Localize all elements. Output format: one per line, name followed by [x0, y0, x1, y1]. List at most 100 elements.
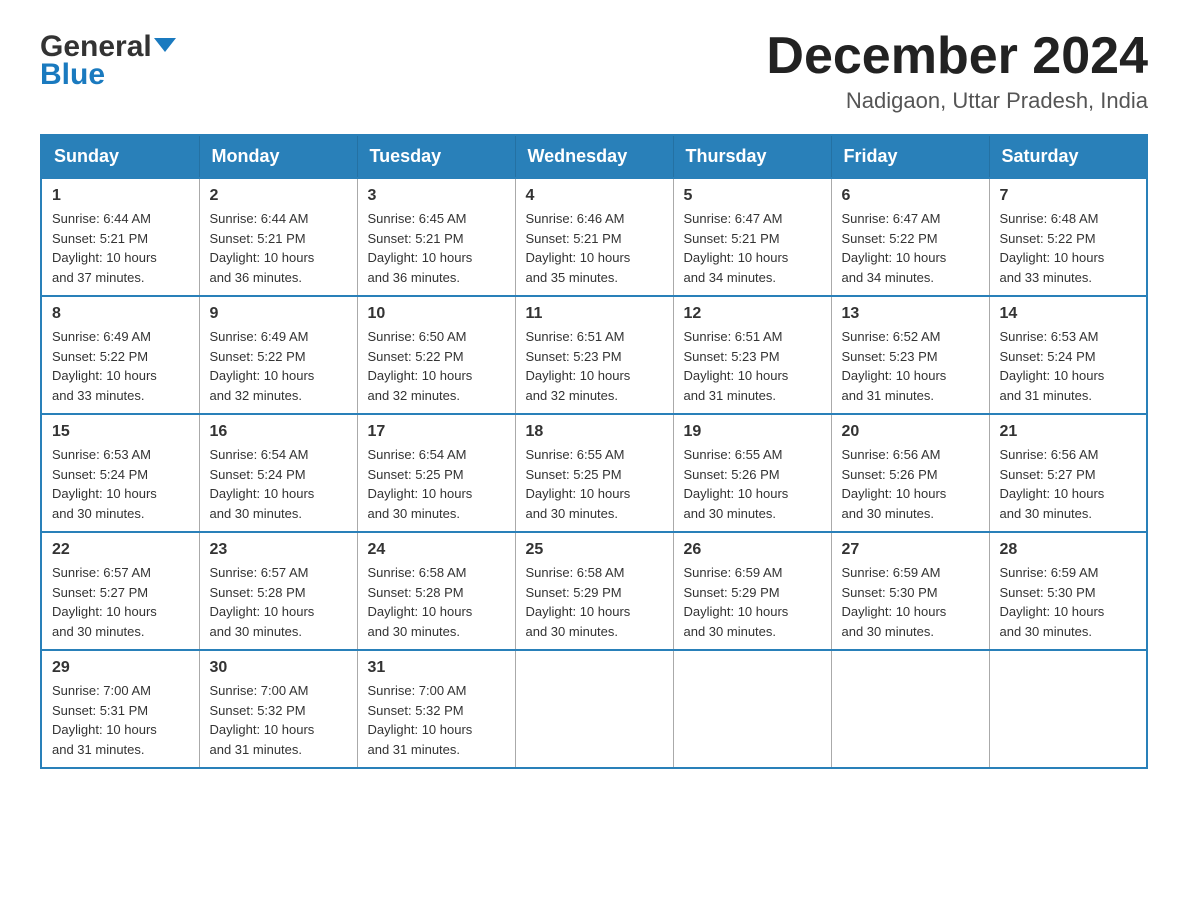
day-number: 7: [1000, 187, 1137, 205]
calendar-cell: 13 Sunrise: 6:52 AMSunset: 5:23 PMDaylig…: [831, 296, 989, 414]
day-info: Sunrise: 7:00 AMSunset: 5:32 PMDaylight:…: [210, 683, 315, 757]
day-info: Sunrise: 6:44 AMSunset: 5:21 PMDaylight:…: [210, 211, 315, 285]
day-info: Sunrise: 6:47 AMSunset: 5:22 PMDaylight:…: [842, 211, 947, 285]
calendar-table: SundayMondayTuesdayWednesdayThursdayFrid…: [40, 134, 1148, 769]
calendar-cell: 16 Sunrise: 6:54 AMSunset: 5:24 PMDaylig…: [199, 414, 357, 532]
day-info: Sunrise: 6:59 AMSunset: 5:30 PMDaylight:…: [842, 565, 947, 639]
day-number: 31: [368, 659, 505, 677]
day-of-week-header: Wednesday: [515, 135, 673, 178]
day-number: 23: [210, 541, 347, 559]
calendar-cell: 1 Sunrise: 6:44 AMSunset: 5:21 PMDayligh…: [41, 178, 199, 296]
day-info: Sunrise: 6:53 AMSunset: 5:24 PMDaylight:…: [1000, 329, 1105, 403]
day-info: Sunrise: 7:00 AMSunset: 5:32 PMDaylight:…: [368, 683, 473, 757]
calendar-cell: 21 Sunrise: 6:56 AMSunset: 5:27 PMDaylig…: [989, 414, 1147, 532]
day-number: 3: [368, 187, 505, 205]
calendar-cell: 18 Sunrise: 6:55 AMSunset: 5:25 PMDaylig…: [515, 414, 673, 532]
day-number: 21: [1000, 423, 1137, 441]
logo: General Blue: [40, 30, 176, 92]
day-info: Sunrise: 6:58 AMSunset: 5:28 PMDaylight:…: [368, 565, 473, 639]
day-info: Sunrise: 6:57 AMSunset: 5:27 PMDaylight:…: [52, 565, 157, 639]
calendar-cell: 3 Sunrise: 6:45 AMSunset: 5:21 PMDayligh…: [357, 178, 515, 296]
day-number: 1: [52, 187, 189, 205]
calendar-cell: 27 Sunrise: 6:59 AMSunset: 5:30 PMDaylig…: [831, 532, 989, 650]
calendar-cell: 23 Sunrise: 6:57 AMSunset: 5:28 PMDaylig…: [199, 532, 357, 650]
day-of-week-header: Sunday: [41, 135, 199, 178]
day-info: Sunrise: 6:54 AMSunset: 5:24 PMDaylight:…: [210, 447, 315, 521]
calendar-cell: [989, 650, 1147, 768]
day-info: Sunrise: 6:47 AMSunset: 5:21 PMDaylight:…: [684, 211, 789, 285]
day-number: 12: [684, 305, 821, 323]
day-number: 22: [52, 541, 189, 559]
day-info: Sunrise: 6:53 AMSunset: 5:24 PMDaylight:…: [52, 447, 157, 521]
calendar-cell: 6 Sunrise: 6:47 AMSunset: 5:22 PMDayligh…: [831, 178, 989, 296]
calendar-cell: 29 Sunrise: 7:00 AMSunset: 5:31 PMDaylig…: [41, 650, 199, 768]
calendar-cell: [673, 650, 831, 768]
day-number: 6: [842, 187, 979, 205]
day-info: Sunrise: 6:57 AMSunset: 5:28 PMDaylight:…: [210, 565, 315, 639]
day-of-week-header: Saturday: [989, 135, 1147, 178]
day-number: 25: [526, 541, 663, 559]
day-of-week-header: Tuesday: [357, 135, 515, 178]
day-info: Sunrise: 6:48 AMSunset: 5:22 PMDaylight:…: [1000, 211, 1105, 285]
calendar-cell: 20 Sunrise: 6:56 AMSunset: 5:26 PMDaylig…: [831, 414, 989, 532]
day-of-week-header: Friday: [831, 135, 989, 178]
day-info: Sunrise: 6:52 AMSunset: 5:23 PMDaylight:…: [842, 329, 947, 403]
calendar-cell: 11 Sunrise: 6:51 AMSunset: 5:23 PMDaylig…: [515, 296, 673, 414]
calendar-cell: 17 Sunrise: 6:54 AMSunset: 5:25 PMDaylig…: [357, 414, 515, 532]
day-number: 30: [210, 659, 347, 677]
calendar-cell: 2 Sunrise: 6:44 AMSunset: 5:21 PMDayligh…: [199, 178, 357, 296]
day-info: Sunrise: 6:55 AMSunset: 5:26 PMDaylight:…: [684, 447, 789, 521]
calendar-cell: 12 Sunrise: 6:51 AMSunset: 5:23 PMDaylig…: [673, 296, 831, 414]
day-number: 14: [1000, 305, 1137, 323]
calendar-cell: 25 Sunrise: 6:58 AMSunset: 5:29 PMDaylig…: [515, 532, 673, 650]
day-number: 5: [684, 187, 821, 205]
day-info: Sunrise: 6:58 AMSunset: 5:29 PMDaylight:…: [526, 565, 631, 639]
calendar-cell: [515, 650, 673, 768]
day-of-week-header: Thursday: [673, 135, 831, 178]
logo-blue-text: Blue: [40, 58, 105, 92]
calendar-cell: 28 Sunrise: 6:59 AMSunset: 5:30 PMDaylig…: [989, 532, 1147, 650]
day-info: Sunrise: 6:50 AMSunset: 5:22 PMDaylight:…: [368, 329, 473, 403]
day-info: Sunrise: 6:54 AMSunset: 5:25 PMDaylight:…: [368, 447, 473, 521]
day-of-week-header: Monday: [199, 135, 357, 178]
day-number: 29: [52, 659, 189, 677]
day-number: 18: [526, 423, 663, 441]
calendar-cell: 5 Sunrise: 6:47 AMSunset: 5:21 PMDayligh…: [673, 178, 831, 296]
day-info: Sunrise: 6:56 AMSunset: 5:26 PMDaylight:…: [842, 447, 947, 521]
calendar-cell: 4 Sunrise: 6:46 AMSunset: 5:21 PMDayligh…: [515, 178, 673, 296]
day-info: Sunrise: 6:51 AMSunset: 5:23 PMDaylight:…: [526, 329, 631, 403]
day-number: 9: [210, 305, 347, 323]
calendar-cell: 19 Sunrise: 6:55 AMSunset: 5:26 PMDaylig…: [673, 414, 831, 532]
day-number: 19: [684, 423, 821, 441]
day-info: Sunrise: 6:45 AMSunset: 5:21 PMDaylight:…: [368, 211, 473, 285]
calendar-cell: 15 Sunrise: 6:53 AMSunset: 5:24 PMDaylig…: [41, 414, 199, 532]
calendar-cell: 26 Sunrise: 6:59 AMSunset: 5:29 PMDaylig…: [673, 532, 831, 650]
day-number: 8: [52, 305, 189, 323]
title-section: December 2024 Nadigaon, Uttar Pradesh, I…: [766, 30, 1148, 114]
day-info: Sunrise: 6:46 AMSunset: 5:21 PMDaylight:…: [526, 211, 631, 285]
calendar-cell: 7 Sunrise: 6:48 AMSunset: 5:22 PMDayligh…: [989, 178, 1147, 296]
day-number: 10: [368, 305, 505, 323]
calendar-cell: 8 Sunrise: 6:49 AMSunset: 5:22 PMDayligh…: [41, 296, 199, 414]
calendar-cell: 22 Sunrise: 6:57 AMSunset: 5:27 PMDaylig…: [41, 532, 199, 650]
calendar-cell: 31 Sunrise: 7:00 AMSunset: 5:32 PMDaylig…: [357, 650, 515, 768]
day-number: 26: [684, 541, 821, 559]
day-info: Sunrise: 6:49 AMSunset: 5:22 PMDaylight:…: [210, 329, 315, 403]
day-number: 28: [1000, 541, 1137, 559]
calendar-cell: 24 Sunrise: 6:58 AMSunset: 5:28 PMDaylig…: [357, 532, 515, 650]
day-number: 27: [842, 541, 979, 559]
day-info: Sunrise: 6:56 AMSunset: 5:27 PMDaylight:…: [1000, 447, 1105, 521]
day-number: 2: [210, 187, 347, 205]
day-info: Sunrise: 6:55 AMSunset: 5:25 PMDaylight:…: [526, 447, 631, 521]
day-info: Sunrise: 6:59 AMSunset: 5:29 PMDaylight:…: [684, 565, 789, 639]
calendar-cell: 9 Sunrise: 6:49 AMSunset: 5:22 PMDayligh…: [199, 296, 357, 414]
day-info: Sunrise: 6:44 AMSunset: 5:21 PMDaylight:…: [52, 211, 157, 285]
day-number: 24: [368, 541, 505, 559]
logo-arrow-icon: [154, 34, 176, 56]
calendar-cell: [831, 650, 989, 768]
calendar-cell: 30 Sunrise: 7:00 AMSunset: 5:32 PMDaylig…: [199, 650, 357, 768]
day-info: Sunrise: 6:59 AMSunset: 5:30 PMDaylight:…: [1000, 565, 1105, 639]
day-info: Sunrise: 7:00 AMSunset: 5:31 PMDaylight:…: [52, 683, 157, 757]
day-number: 20: [842, 423, 979, 441]
day-number: 15: [52, 423, 189, 441]
